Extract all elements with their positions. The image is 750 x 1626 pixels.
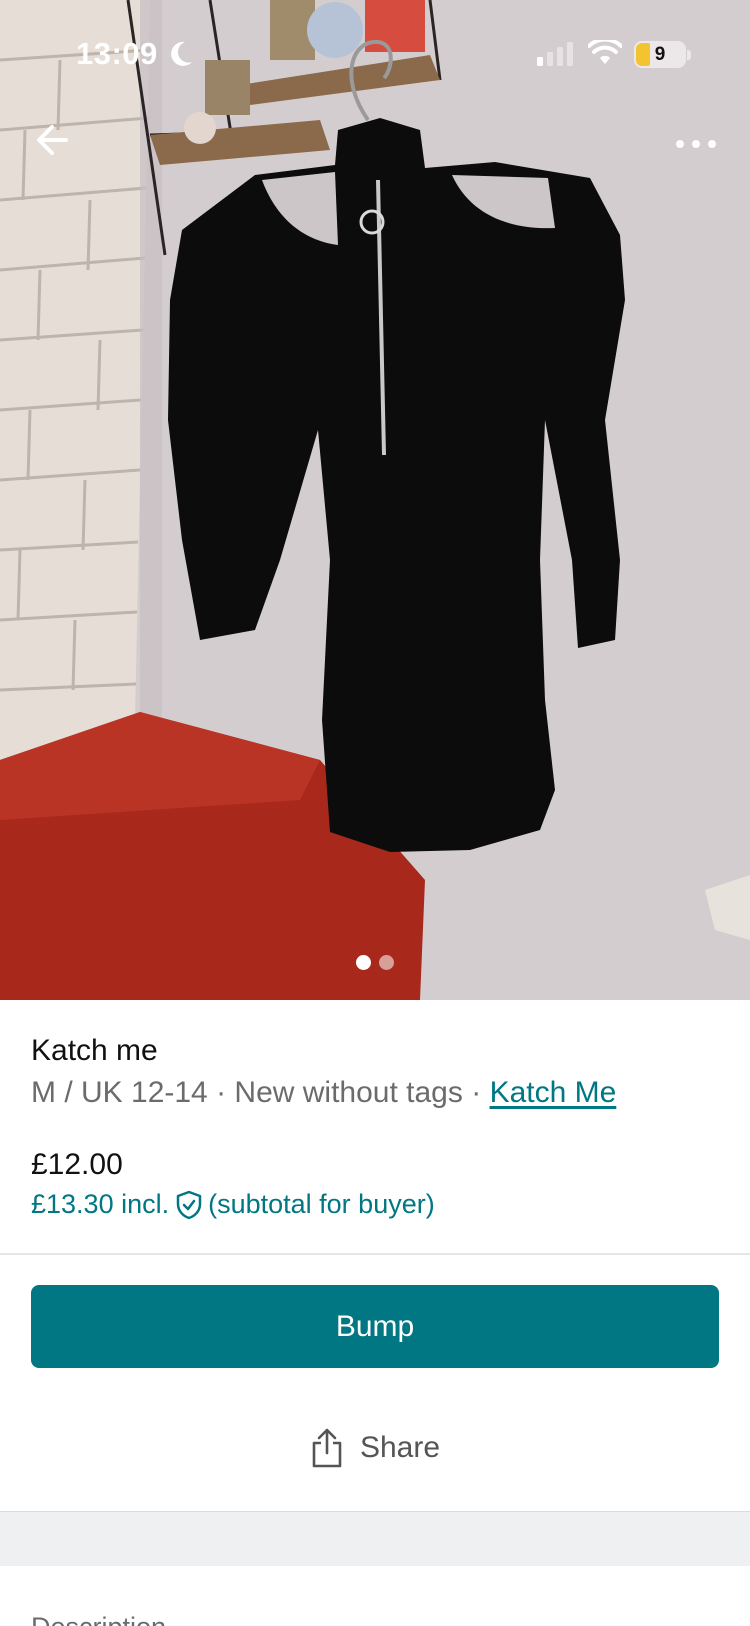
pagination-dot-1[interactable] — [356, 955, 371, 970]
status-time: 13:09 — [76, 36, 158, 71]
share-icon — [312, 1428, 342, 1468]
meta-separator: · — [471, 1076, 482, 1109]
item-price: £12.00 — [31, 1148, 123, 1181]
back-button[interactable] — [30, 116, 78, 164]
share-label: Share — [359, 1431, 441, 1464]
share-button[interactable]: Share — [0, 1408, 750, 1488]
arrow-left-icon — [37, 125, 68, 155]
moon-icon — [171, 41, 192, 66]
item-size: M / UK 12-14 — [31, 1076, 208, 1109]
photo-scene — [0, 0, 750, 1000]
more-horizontal-icon — [676, 140, 716, 148]
section-spacer — [0, 1512, 750, 1566]
divider — [0, 1253, 750, 1255]
photo-pagination — [356, 955, 394, 970]
item-photo[interactable]: 13:09 9 — [0, 0, 750, 1000]
bump-button[interactable]: Bump — [31, 1285, 719, 1368]
item-meta: M / UK 12-14 · New without tags · Katch … — [31, 1076, 616, 1110]
buyer-price-note: (subtotal for buyer) — [208, 1189, 435, 1219]
pagination-dot-2[interactable] — [379, 955, 394, 970]
description-heading: Description — [31, 1612, 166, 1626]
shield-check-icon — [176, 1190, 202, 1219]
item-condition: New without tags — [234, 1076, 463, 1109]
item-title: Katch me — [31, 1034, 158, 1067]
buyer-price-row[interactable]: £13.30 incl. (subtotal for buyer) — [31, 1189, 435, 1220]
battery-cap — [687, 50, 691, 60]
battery-icon: 9 — [634, 41, 686, 68]
wifi-icon — [588, 40, 622, 64]
signal-icon — [537, 42, 573, 66]
status-bar: 13:09 9 — [0, 0, 750, 110]
buyer-price: £13.30 incl. — [31, 1189, 170, 1219]
brand-link[interactable]: Katch Me — [490, 1076, 617, 1109]
more-options-button[interactable] — [672, 124, 720, 164]
battery-level: 9 — [654, 44, 666, 65]
meta-separator: · — [216, 1076, 227, 1109]
